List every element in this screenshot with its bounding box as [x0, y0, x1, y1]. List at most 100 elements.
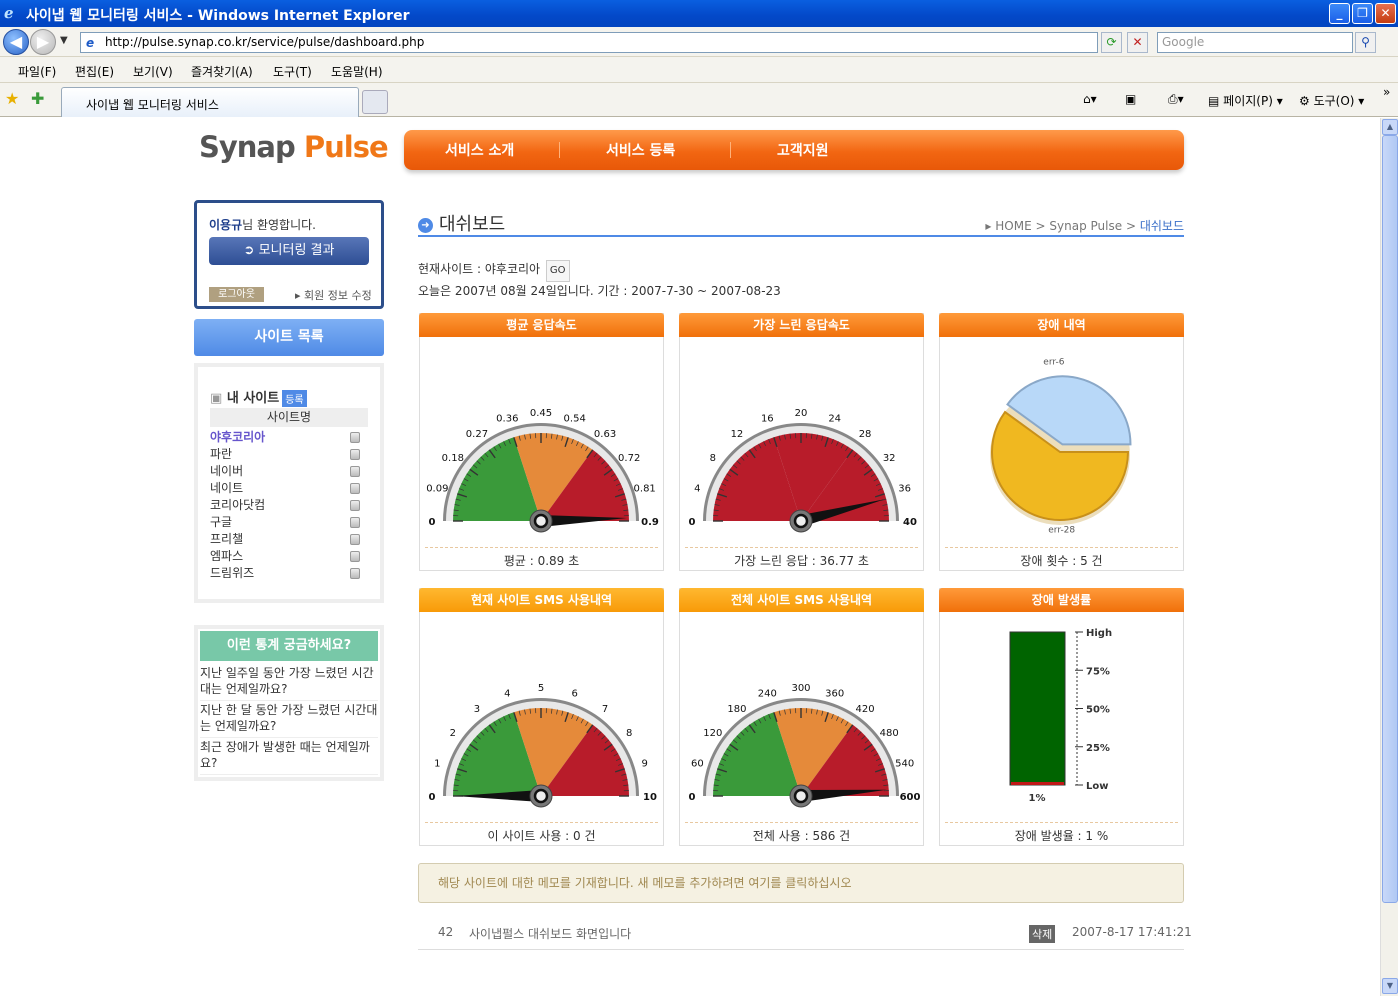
favorites-star-icon[interactable]: ★ [5, 89, 19, 108]
search-icon[interactable]: ⚲ [1355, 32, 1376, 53]
new-tab-button[interactable] [362, 90, 388, 114]
chevron-right-icon[interactable]: » [1383, 85, 1390, 99]
logout-button[interactable]: 로그아웃 [209, 287, 264, 302]
meter-tick-label: 75% [1086, 666, 1110, 677]
menu-help[interactable]: 도움말(H) [331, 63, 383, 80]
menu-favorites[interactable]: 즐겨찾기(A) [191, 63, 253, 80]
nav-service-intro[interactable]: 서비스 소개 [445, 140, 514, 160]
gauge-tick-label: 0.9 [641, 517, 659, 528]
title-bar: ℯ 사이냅 웹 모니터링 서비스 - Windows Internet Expl… [0, 0, 1398, 27]
gauge-tick-label: 9 [641, 758, 647, 769]
site-db-icon[interactable] [350, 517, 360, 528]
gauge-tick-label: 420 [856, 704, 875, 715]
monitoring-result-button[interactable]: ➲ 모니터링 결과 [209, 237, 369, 265]
site-list-item[interactable]: 네이트 [210, 480, 360, 497]
search-input[interactable]: Google [1157, 32, 1353, 53]
refresh-button[interactable]: ⟳ [1101, 32, 1122, 53]
tools-menu[interactable]: ⚙ 도구(O) ▾ [1299, 92, 1364, 109]
site-list-item[interactable]: 파란 [210, 446, 360, 463]
site-list-item[interactable]: 프리챌 [210, 531, 360, 548]
site-db-icon[interactable] [350, 551, 360, 562]
gauge-tick-label: 8 [710, 453, 716, 464]
gauge-tick-label: 0.72 [618, 453, 640, 464]
nav-support[interactable]: 고객지원 [777, 140, 829, 160]
all-sms-gauge: 0 60 120 180 240 300 360 420 480 540 600 [689, 683, 920, 808]
site-db-icon[interactable] [350, 534, 360, 545]
site-db-icon[interactable] [350, 432, 360, 443]
site-list-item[interactable]: 코리아닷컴 [210, 497, 360, 514]
site-name: 파란 [210, 447, 233, 461]
panel-footer: 가장 느린 응답 : 36.77 초 [685, 547, 918, 569]
site-db-icon[interactable] [350, 500, 360, 511]
site-db-icon[interactable] [350, 449, 360, 460]
site-db-icon[interactable] [350, 483, 360, 494]
welcome-text: 이용규님 환영합니다. [209, 218, 316, 232]
faq-item[interactable]: 지난 한 달 동안 가장 느렸던 시간대는 언제일까요? [200, 702, 378, 738]
my-sites-heading: ▣ 내 사이트 등록 [210, 387, 307, 407]
gauge-tick-label: 40 [903, 517, 917, 528]
site-list-item[interactable]: 엠파스 [210, 548, 360, 565]
site-db-icon[interactable] [350, 466, 360, 477]
main-nav: 서비스 소개 서비스 등록 고객지원 [404, 130, 1184, 170]
panel-title: 평균 응답속도 [419, 313, 664, 337]
maximize-button[interactable]: ❐ [1352, 3, 1373, 24]
menu-tools[interactable]: 도구(T) [273, 63, 312, 80]
site-list: 야후코리아파란네이버네이트 코리아닷컴 구글프리챌 엠파스 드림위즈 [210, 429, 360, 582]
gauge-tick-label: 180 [727, 704, 746, 715]
site-list-item[interactable]: 드림위즈 [210, 565, 360, 582]
site-name: 야후코리아 [210, 430, 266, 444]
gauge-tick-label: 0.36 [496, 413, 518, 424]
forward-button[interactable]: ▶ [30, 29, 56, 55]
back-button[interactable]: ◀ [3, 29, 29, 55]
url-field[interactable]: e http://pulse.synap.co.kr/service/pulse/… [80, 32, 1098, 53]
avg-response-panel: 평균 응답속도 0 0.09 0.18 0.27 0.36 0.45 0.54 0.63 0.7… [419, 313, 664, 571]
home-icon[interactable]: ⌂▾ [1083, 92, 1097, 106]
stop-button[interactable]: ✕ [1127, 32, 1148, 53]
gauge-tick-label: 240 [758, 688, 777, 699]
history-dropdown-icon[interactable]: ▼ [60, 35, 68, 46]
menu-edit[interactable]: 편집(E) [75, 63, 114, 80]
go-button[interactable]: GO [545, 260, 570, 282]
minimize-button[interactable]: _ [1329, 3, 1350, 24]
panel-title: 가장 느린 응답속도 [679, 313, 924, 337]
site-name: 네이버 [210, 464, 244, 478]
gauge-tick-label: 28 [859, 429, 872, 440]
avg-response-gauge: 0 0.09 0.18 0.27 0.36 0.45 0.54 0.63 0.72 0.81 0.9 [426, 408, 659, 533]
menu-view[interactable]: 보기(V) [133, 63, 173, 80]
gauge-hub-center [793, 513, 809, 529]
site-list-item[interactable]: 네이버 [210, 463, 360, 480]
nav-service-register[interactable]: 서비스 등록 [606, 140, 675, 160]
current-site-info: 현재사이트 : 야후코리아 GO 오늘은 2007년 08월 24일입니다. 기… [418, 260, 781, 298]
scroll-down-icon[interactable]: ▼ [1382, 978, 1398, 994]
faq-item[interactable]: 지난 일주일 동안 가장 느렸던 시간대는 언제일까요? [200, 665, 378, 701]
all-sms-panel: 전체 사이트 SMS 사용내역 0 60 120 180 240 300 360 420 480… [679, 588, 924, 846]
gauge-hub-center [533, 788, 549, 804]
scroll-up-icon[interactable]: ▲ [1382, 119, 1398, 135]
site-list-item[interactable]: 야후코리아 [210, 429, 360, 446]
memo-delete-button[interactable]: 삭제 [1029, 925, 1056, 943]
memo-input-prompt[interactable]: 해당 사이트에 대한 메모를 기재합니다. 새 메모를 추가하려면 여기를 클릭… [418, 863, 1184, 903]
gauge-tick-label: 0 [429, 792, 436, 803]
menu-file[interactable]: 파일(F) [18, 63, 56, 80]
page-menu[interactable]: ▤ 페이지(P) ▾ [1208, 92, 1283, 109]
memo-date: 2007-8-17 17:41:21 [1072, 925, 1192, 939]
gauge-hub-center [533, 513, 549, 529]
edit-member-info-link[interactable]: ▸ 회원 정보 수정 [295, 287, 372, 303]
site-name: 구글 [210, 515, 233, 529]
scroll-thumb[interactable] [1382, 135, 1398, 903]
panel-title: 현재 사이트 SMS 사용내역 [419, 588, 664, 612]
tab-dashboard[interactable]: 사이냅 웹 모니터링 서비스 [61, 87, 359, 117]
faq-item[interactable]: 최근 장애가 발생한 때는 언제일까요? [200, 739, 378, 775]
rss-icon[interactable]: ▣ [1125, 92, 1136, 106]
gauge-tick-label: 10 [643, 792, 657, 803]
print-icon[interactable]: ⎙▾ [1168, 92, 1184, 107]
synap-pulse-logo[interactable]: Synap Pulse [199, 130, 389, 164]
close-button[interactable]: ✕ [1375, 3, 1396, 24]
memo-row: 42 사이냅펄스 대쉬보드 화면입니다 삭제 2007-8-17 17:41:2… [418, 918, 1192, 950]
site-db-icon[interactable] [350, 568, 360, 579]
site-list-item[interactable]: 구글 [210, 514, 360, 531]
add-favorite-icon[interactable]: ✚ [31, 89, 44, 108]
scrollbar[interactable]: ▲ ▼ [1380, 118, 1398, 996]
gauge-tick-label: 4 [504, 688, 510, 699]
register-site-button[interactable]: 등록 [282, 390, 307, 407]
